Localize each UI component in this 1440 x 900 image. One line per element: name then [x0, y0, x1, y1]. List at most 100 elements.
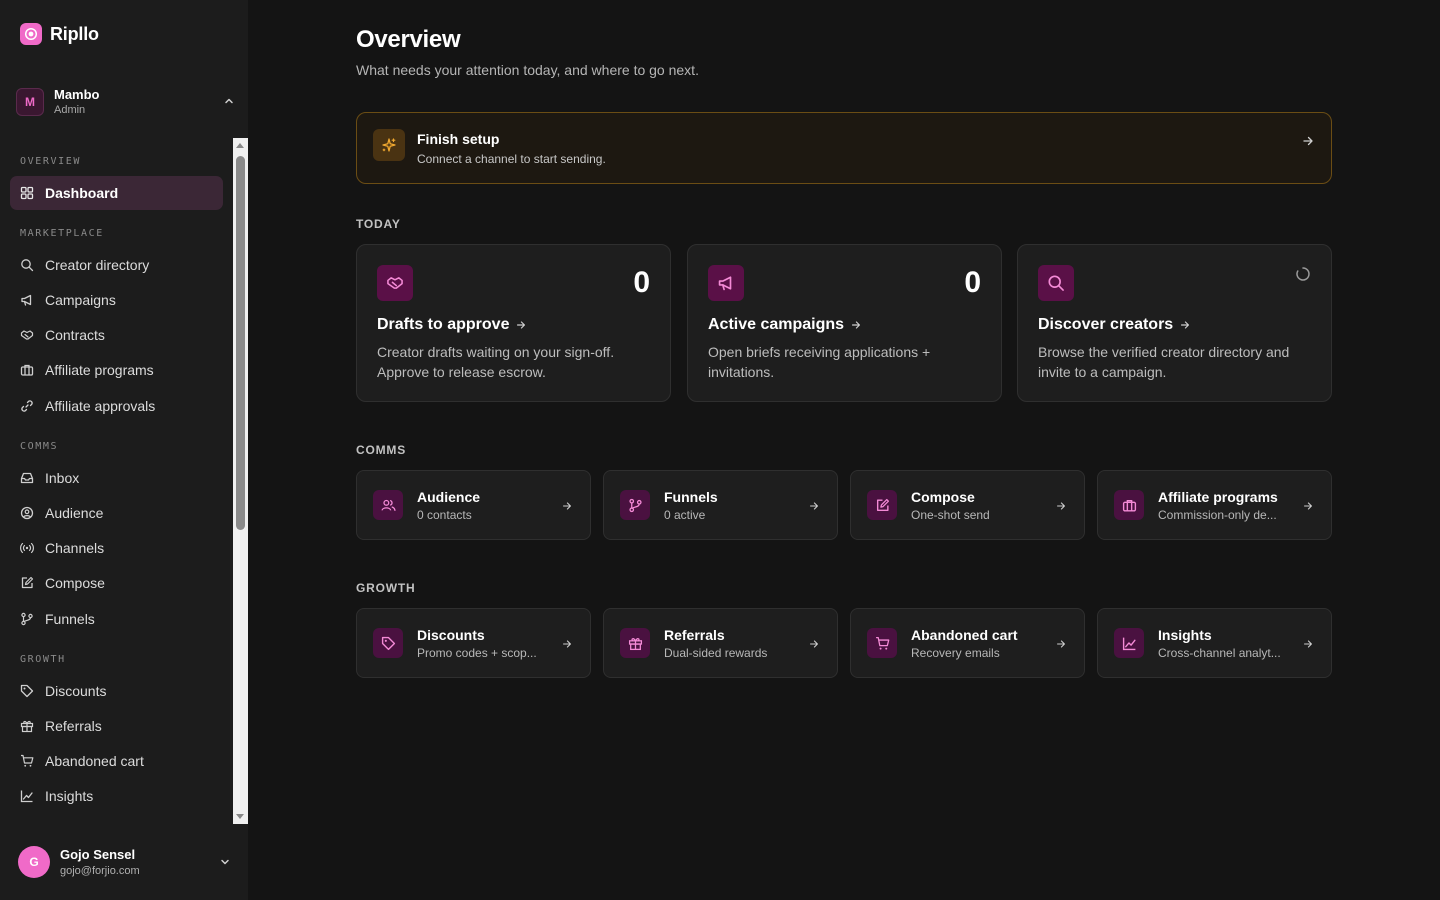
card-title-text: Drafts to approve: [377, 316, 510, 333]
users-icon: [373, 490, 403, 520]
affiliate-programs-tile[interactable]: Affiliate programs Commission-only de...: [1097, 470, 1332, 540]
insights-tile[interactable]: Insights Cross-channel analyt...: [1097, 608, 1332, 678]
arrow-right-icon: [561, 638, 573, 650]
sidebar-nav: OVERVIEW Dashboard MARKETPLACE Creator d…: [0, 138, 248, 824]
user-name: Gojo Sensel: [60, 846, 136, 862]
setup-description: Connect a channel to start sending.: [417, 152, 606, 166]
search-icon: [21, 259, 34, 272]
sidebar-item-audience[interactable]: Audience: [10, 496, 223, 530]
sidebar-item-label: Funnels: [45, 611, 95, 627]
setup-title: Finish setup: [417, 131, 500, 147]
nav-section-comms: COMMS: [20, 441, 59, 452]
tile-subtitle: 0 contacts: [417, 508, 472, 522]
megaphone-icon: [708, 265, 744, 301]
card-title: Active campaigns: [708, 316, 862, 334]
sidebar-item-label: Creator directory: [45, 257, 150, 273]
page-subtitle: What needs your attention today, and whe…: [356, 62, 699, 78]
card-title-text: Active campaigns: [708, 316, 845, 333]
tile-subtitle: Commission-only de...: [1158, 508, 1277, 522]
megaphone-icon: [21, 294, 32, 306]
sidebar-item-inbox[interactable]: Inbox: [10, 461, 223, 495]
scroll-up-arrow-icon[interactable]: [236, 143, 244, 148]
arrow-right-icon: [808, 638, 820, 650]
card-title: Drafts to approve: [377, 316, 527, 334]
arrow-right-icon: [561, 500, 573, 512]
handshake-icon: [377, 265, 413, 301]
compose-tile[interactable]: Compose One-shot send: [850, 470, 1085, 540]
tile-title: Affiliate programs: [1158, 489, 1278, 505]
arrow-right-icon: [808, 500, 820, 512]
section-label-growth: GROWTH: [356, 581, 416, 595]
card-title-text: Discover creators: [1038, 316, 1174, 333]
referrals-tile[interactable]: Referrals Dual-sided rewards: [603, 608, 838, 678]
sidebar-item-affiliate-programs[interactable]: Affiliate programs: [10, 353, 223, 387]
brand[interactable]: Ripllo: [20, 22, 99, 46]
user-email: gojo@forjio.com: [60, 864, 140, 877]
workspace-switcher[interactable]: M Mambo Admin: [16, 84, 236, 120]
section-label-today: TODAY: [356, 217, 401, 231]
active-campaigns-card[interactable]: 0 Active campaigns Open briefs receiving…: [687, 244, 1002, 402]
page-title: Overview: [356, 26, 461, 53]
audience-tile[interactable]: Audience 0 contacts: [356, 470, 591, 540]
sidebar-item-label: Compose: [45, 575, 105, 591]
link-icon: [21, 400, 33, 412]
sidebar-item-label: Dashboard: [45, 185, 119, 201]
cart-icon: [867, 628, 897, 658]
briefcase-icon: [1114, 490, 1144, 520]
abandoned-cart-tile[interactable]: Abandoned cart Recovery emails: [850, 608, 1085, 678]
discounts-tile[interactable]: Discounts Promo codes + scop...: [356, 608, 591, 678]
nav-section-overview: OVERVIEW: [20, 156, 81, 167]
tile-subtitle: One-shot send: [911, 508, 990, 522]
discover-creators-card[interactable]: Discover creators Browse the verified cr…: [1017, 244, 1332, 402]
inbox-icon: [20, 472, 34, 484]
sidebar-item-creator-directory[interactable]: Creator directory: [10, 248, 223, 282]
sidebar-item-abandoned-cart[interactable]: Abandoned cart: [10, 744, 223, 778]
sidebar-item-campaigns[interactable]: Campaigns: [10, 283, 223, 317]
sidebar-item-referrals[interactable]: Referrals: [10, 709, 223, 743]
sparkle-icon: [373, 129, 405, 161]
drafts-to-approve-card[interactable]: 0 Drafts to approve Creator drafts waiti…: [356, 244, 671, 402]
funnels-tile[interactable]: Funnels 0 active: [603, 470, 838, 540]
sidebar-item-discounts[interactable]: Discounts: [10, 674, 223, 708]
workspace-avatar: M: [16, 88, 44, 116]
tile-title: Discounts: [417, 627, 485, 643]
chart-icon: [20, 790, 33, 803]
tile-title: Compose: [911, 489, 975, 505]
brand-logo-icon: [20, 23, 42, 45]
sidebar-item-dashboard[interactable]: Dashboard: [10, 176, 223, 210]
tile-subtitle: Dual-sided rewards: [664, 646, 768, 660]
tile-title: Funnels: [664, 489, 718, 505]
sidebar-scrollbar[interactable]: [233, 138, 248, 824]
card-description: Browse the verified creator directory an…: [1038, 344, 1290, 380]
scroll-down-arrow-icon[interactable]: [236, 814, 244, 819]
sidebar-item-compose[interactable]: Compose: [10, 566, 223, 600]
user-menu[interactable]: G Gojo Sensel gojo@forjio.com: [18, 844, 232, 880]
scroll-thumb[interactable]: [236, 156, 245, 530]
gift-icon: [620, 628, 650, 658]
sidebar-item-label: Insights: [45, 788, 94, 804]
workspace-role: Admin: [54, 104, 86, 116]
tag-icon: [20, 684, 34, 698]
cart-icon: [21, 754, 34, 767]
branch-icon: [21, 612, 33, 626]
section-label-comms: COMMS: [356, 443, 406, 457]
sidebar-item-contracts[interactable]: Contracts: [10, 318, 223, 352]
card-title: Discover creators: [1038, 316, 1191, 334]
branch-icon: [620, 490, 650, 520]
tile-title: Abandoned cart: [911, 627, 1018, 643]
handshake-icon: [20, 330, 34, 340]
sidebar-item-label: Abandoned cart: [45, 753, 144, 769]
sidebar-item-channels[interactable]: Channels: [10, 531, 223, 565]
sidebar-item-insights[interactable]: Insights: [10, 779, 223, 813]
sidebar-item-label: Contracts: [45, 327, 105, 343]
arrow-right-icon: [517, 321, 526, 329]
finish-setup-banner[interactable]: Finish setup Connect a channel to start …: [356, 112, 1332, 184]
arrow-right-icon: [1181, 321, 1190, 329]
sidebar-item-funnels[interactable]: Funnels: [10, 602, 223, 636]
tile-subtitle: Promo codes + scop...: [417, 646, 537, 660]
tile-title: Referrals: [664, 627, 725, 643]
arrow-right-icon: [1055, 500, 1067, 512]
sidebar-item-affiliate-approvals[interactable]: Affiliate approvals: [10, 389, 223, 423]
brand-name: Ripllo: [50, 23, 99, 44]
campaigns-count: 0: [964, 266, 981, 299]
